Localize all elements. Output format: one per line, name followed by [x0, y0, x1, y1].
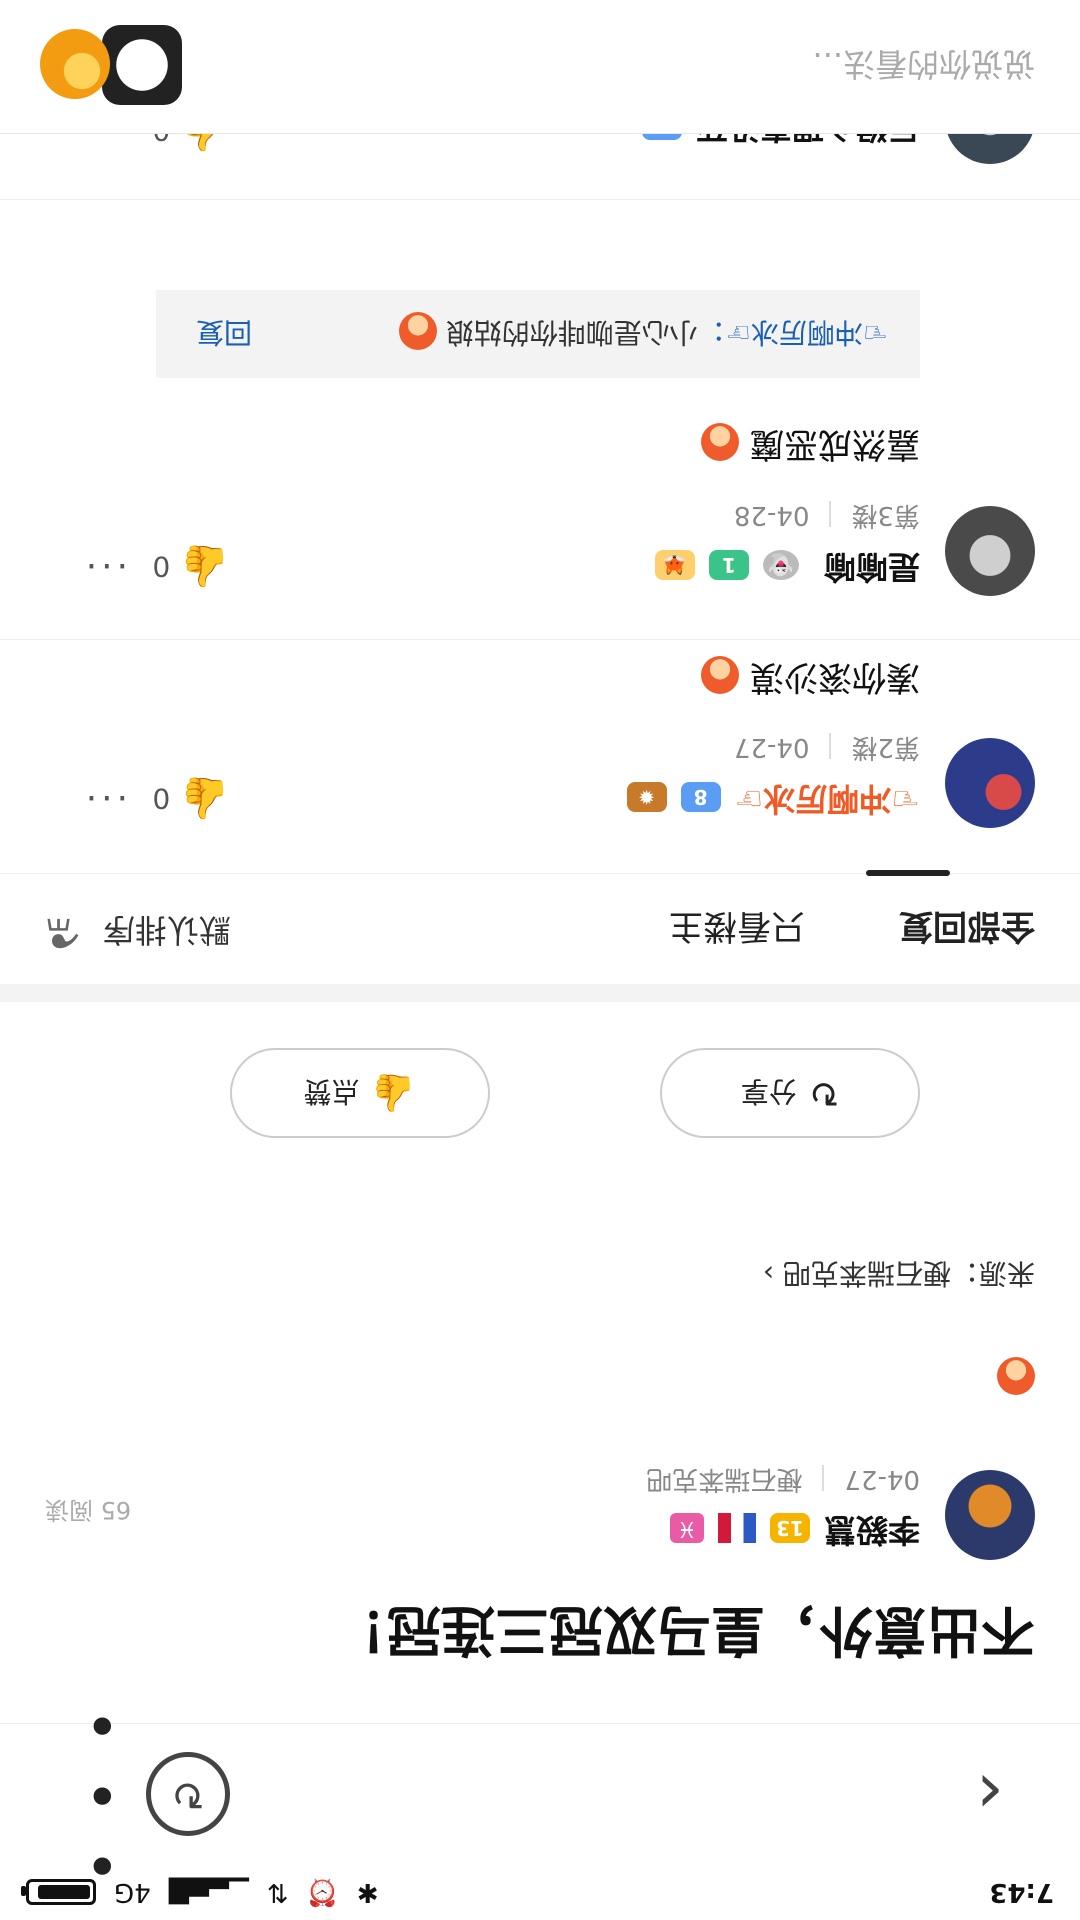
more-icon[interactable]: • • • [30, 1689, 120, 1899]
comment-more-icon[interactable]: ··· [82, 777, 128, 818]
comment-name[interactable]: ☜冲啊厉冰☞ [735, 780, 920, 818]
comment-name[interactable]: 是喻喻 [824, 548, 920, 586]
post-date: 04-27 [844, 1464, 920, 1494]
divider [0, 984, 1080, 1002]
thumbs-up-icon: 👍 [371, 1072, 417, 1113]
bluetooth-icon: ✱ [356, 1877, 379, 1907]
data-transfer-icon: ⇅ [266, 1877, 289, 1907]
zodiac-icon: ♓ [669, 1513, 704, 1543]
comment-avatar[interactable] [945, 738, 1035, 828]
level-badge: 1 [708, 550, 749, 580]
flag-icon [717, 1513, 756, 1543]
comment-name-row[interactable]: ☜冲啊厉冰☞ 8 ✹ [626, 778, 920, 824]
share-icon: ↻ [808, 1072, 840, 1114]
back-icon[interactable]: ‹ [950, 1753, 1030, 1835]
panda-sticker-icon[interactable] [102, 25, 182, 105]
comment-input-bar[interactable]: 说说你的看法... [0, 0, 1080, 134]
forum-name[interactable]: 梗石瑞苯克吧 [646, 1464, 802, 1494]
reply-user[interactable]: ☜冲啊厉冰☞： [698, 316, 888, 349]
tab-all-replies[interactable]: 全部回复 [899, 905, 1035, 954]
post-title: 不出意外，皇马双冠三连冠！ [333, 1599, 1035, 1662]
emoji-icon [701, 423, 740, 462]
medal-icon: ✹ [626, 782, 667, 812]
comment-text: 嘉然成恶魔 [701, 423, 920, 472]
comment-like[interactable]: 👍0 [152, 543, 230, 590]
comment-more-icon[interactable]: ··· [82, 545, 128, 586]
read-count: 65 阅读 [45, 1496, 132, 1524]
alarm-icon: ⏰ [306, 1877, 339, 1907]
author-avatar[interactable] [945, 1470, 1035, 1560]
reply-body: 小心是咖啡你的姑娘 [445, 316, 698, 349]
fox-icon: 🦊 [654, 550, 695, 580]
emoji-icon [701, 656, 740, 695]
level-badge: 13 [769, 1513, 810, 1543]
status-bar: 7:43 ✱ ⏰ ⇅ ▁▃▅▇ 4G [0, 1864, 1080, 1920]
share-button[interactable]: ↻ 分享 [660, 1048, 920, 1138]
status-time: 7:43 [989, 1877, 1054, 1907]
mango-sticker-icon[interactable] [40, 29, 110, 99]
ghost-icon: 👻 [762, 550, 799, 580]
thumbs-up-icon: 👍 [180, 543, 230, 589]
like-button[interactable]: 👍 点赞 [230, 1048, 490, 1138]
reply-link[interactable]: 回复 [196, 314, 252, 354]
comment-like[interactable]: 👍0 [152, 775, 230, 822]
flask-icon: ⚗ [45, 909, 81, 955]
tab-underline [866, 870, 950, 876]
author-meta: 04-27 梗石瑞苯克吧 [646, 1463, 920, 1500]
comment-avatar[interactable] [945, 506, 1035, 596]
comment-text: 凑你滚沙漠 [701, 656, 920, 705]
signal-icon: ▁▃▅▇ [168, 1877, 249, 1907]
reply-preview[interactable]: ☜冲啊厉冰☞：小心是咖啡你的姑娘 回复 [156, 290, 920, 378]
comment-item: ☜冲啊厉冰☞ 8 ✹ 第2楼04-27 👍 0 ··· 凑你滚沙漠 [0, 639, 1080, 870]
sort-control[interactable]: 默认排序 ⚗ [45, 909, 231, 955]
author-name[interactable]: 李毅慧 [824, 1511, 920, 1549]
post-source[interactable]: 来源：梗石瑞苯克吧 › [763, 1255, 1035, 1295]
emoji-icon [398, 312, 437, 350]
comment-meta: 第3楼04-28 [733, 500, 920, 530]
comment-input[interactable]: 说说你的看法... [812, 43, 1035, 89]
tab-only-op[interactable]: 只看楼主 [669, 905, 805, 954]
screen: 7:43 ✱ ⏰ ⇅ ▁▃▅▇ 4G ‹ ↻ • • • 不出意外，皇马双冠三连… [0, 0, 1080, 1920]
thumbs-up-icon: 👍 [180, 775, 230, 821]
comment-item: 是喻喻 👻 1 🦊 第3楼04-28 👍 0 ··· 嘉然成恶魔 ☜冲啊厉冰☞：小心是… [0, 199, 1080, 640]
comment-meta: 第2楼04-27 [733, 732, 920, 762]
emoji-icon [997, 1357, 1035, 1395]
level-badge: 8 [680, 782, 721, 812]
comment-name-row[interactable]: 是喻喻 👻 1 🦊 [654, 546, 920, 592]
author-name-row[interactable]: 李毅慧 13 ♓ [669, 1509, 920, 1555]
share-icon[interactable]: ↻ [146, 1752, 230, 1836]
nav-bar: ‹ ↻ • • • [0, 1689, 1080, 1899]
